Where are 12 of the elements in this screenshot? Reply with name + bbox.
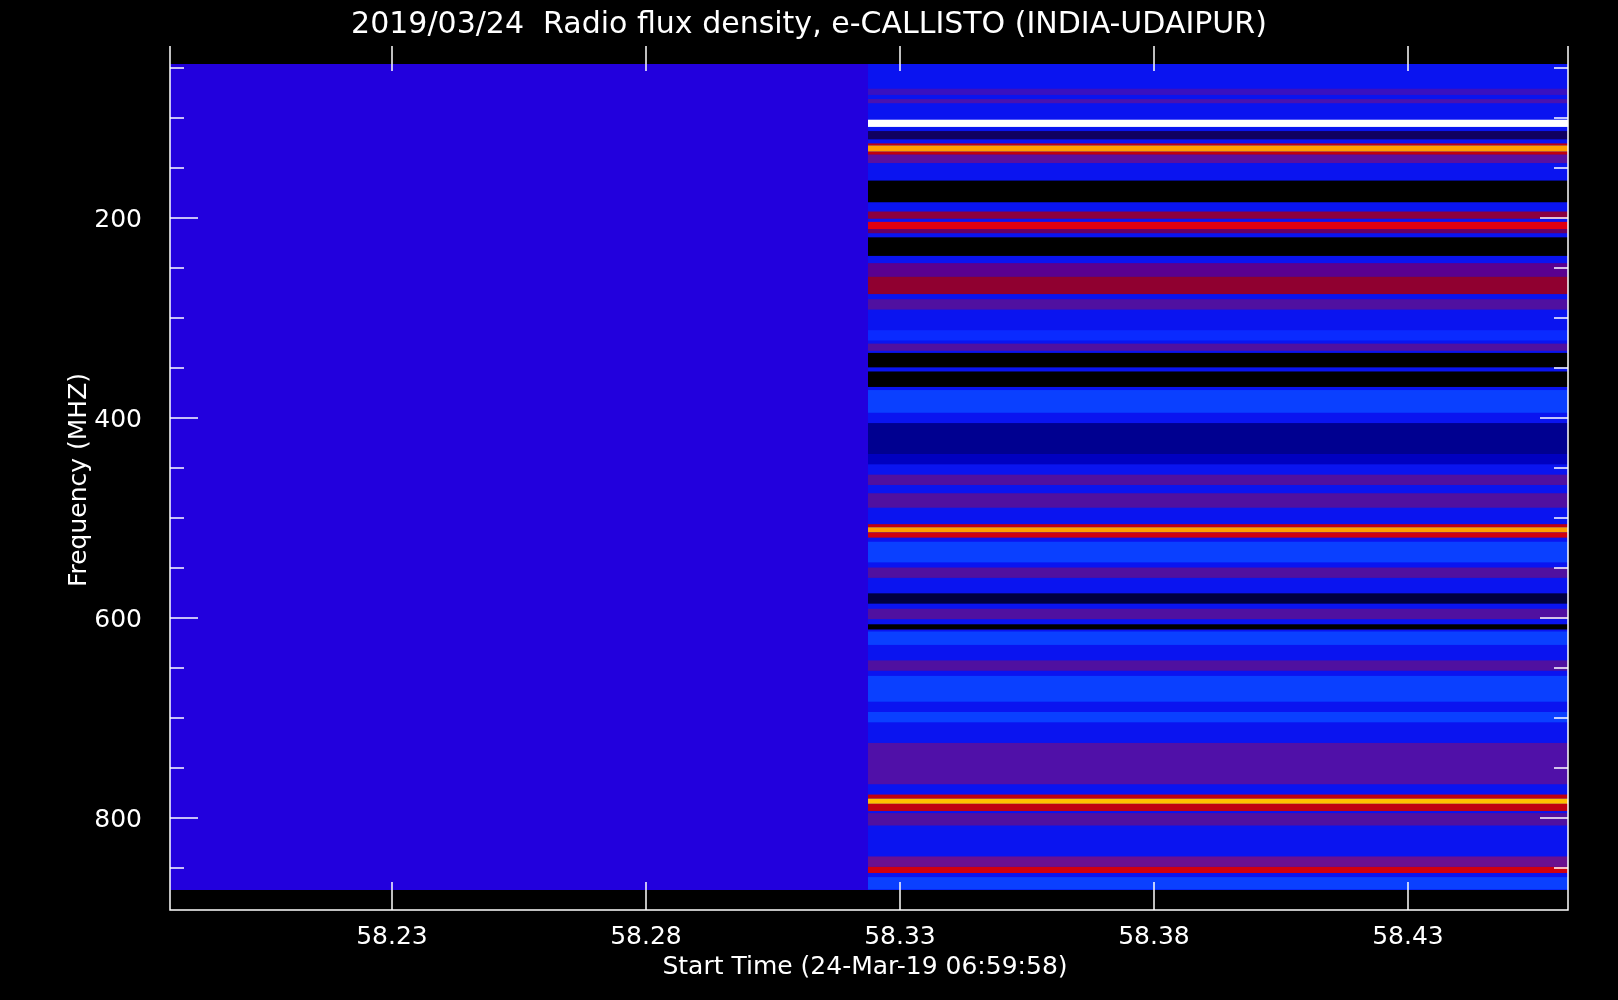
chart-title: 2019/03/24 Radio flux density, e-CALLISTO (INDIA-UDAIPUR): [351, 8, 1267, 38]
tick-label: 58.33: [864, 921, 936, 950]
tick-label: 400: [94, 404, 142, 433]
axis-title: Start Time (24-Mar-19 06:59:58): [662, 951, 1068, 980]
axis-title: Frequency (MHZ): [63, 372, 92, 588]
tick-label: 58.38: [1118, 921, 1190, 950]
tick-label: 58.43: [1372, 921, 1444, 950]
tick-label: 600: [94, 604, 142, 633]
tick-label: 58.23: [356, 921, 428, 950]
tick-label: 58.28: [610, 921, 682, 950]
tick-label: 800: [94, 804, 142, 833]
tick-label: 200: [94, 204, 142, 233]
